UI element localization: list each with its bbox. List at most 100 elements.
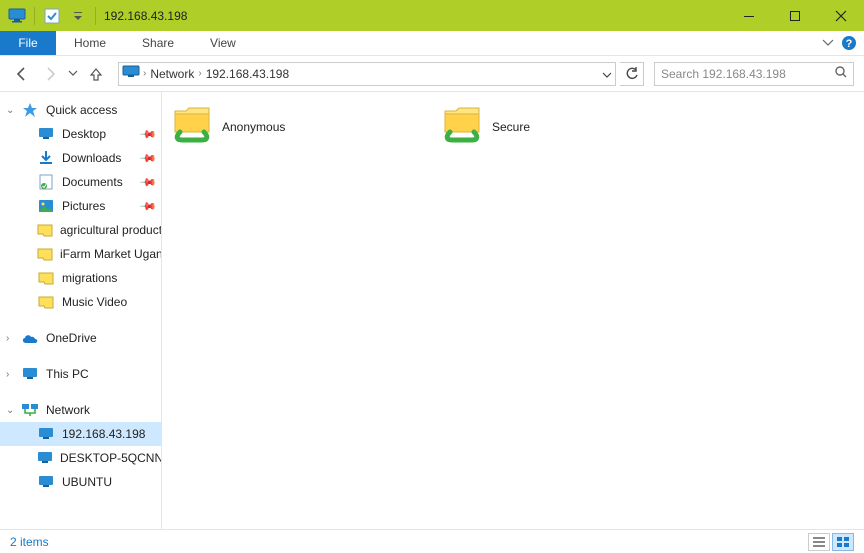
share-label: Anonymous bbox=[222, 120, 285, 134]
close-button[interactable] bbox=[818, 0, 864, 31]
pin-icon: 📌 bbox=[139, 149, 158, 168]
sidebar-item-label: UBUNTU bbox=[62, 475, 112, 489]
documents-icon bbox=[38, 174, 54, 190]
sidebar-item-label: Desktop bbox=[62, 127, 106, 141]
qat-monitor-icon[interactable] bbox=[6, 5, 28, 27]
qat-dropdown-icon[interactable] bbox=[67, 5, 89, 27]
sidebar-item-label: iFarm Market Uganda bbox=[60, 247, 162, 261]
chevron-down-icon[interactable]: ⌄ bbox=[6, 405, 14, 416]
sidebar-item-folder[interactable]: Music Video bbox=[0, 290, 161, 314]
pin-icon: 📌 bbox=[139, 197, 158, 216]
computer-icon bbox=[38, 450, 52, 466]
content-pane[interactable]: Anonymous Secure bbox=[162, 92, 864, 529]
help-button[interactable]: ? bbox=[838, 32, 860, 54]
sidebar-item-label: Documents bbox=[62, 175, 123, 189]
sidebar-item-label: DESKTOP-5QCNNN bbox=[60, 451, 162, 465]
sidebar-item-downloads[interactable]: Downloads 📌 bbox=[0, 146, 161, 170]
title-bar: 192.168.43.198 bbox=[0, 0, 864, 31]
search-placeholder: Search 192.168.43.198 bbox=[661, 67, 835, 81]
sidebar-group-onedrive: › OneDrive bbox=[0, 326, 161, 350]
quick-access-icon bbox=[22, 102, 38, 118]
folder-icon bbox=[38, 270, 54, 286]
tab-view[interactable]: View bbox=[192, 31, 254, 55]
qat-checkbox-icon[interactable] bbox=[41, 5, 63, 27]
search-box[interactable]: Search 192.168.43.198 bbox=[654, 62, 854, 86]
sidebar-item-folder[interactable]: iFarm Market Uganda bbox=[0, 242, 161, 266]
chevron-right-icon[interactable]: › bbox=[6, 369, 9, 380]
sidebar-item-pictures[interactable]: Pictures 📌 bbox=[0, 194, 161, 218]
navigation-bar: › Network › 192.168.43.198 Search 192.16… bbox=[0, 56, 864, 92]
main-body: ⌄ Quick access Desktop 📌 Downloads 📌 Doc… bbox=[0, 92, 864, 529]
address-bar[interactable]: › Network › 192.168.43.198 bbox=[118, 62, 616, 86]
desktop-icon bbox=[38, 126, 54, 142]
sidebar-item-label: Music Video bbox=[62, 295, 127, 309]
sidebar-item-folder[interactable]: migrations bbox=[0, 266, 161, 290]
sidebar-item-documents[interactable]: Documents 📌 bbox=[0, 170, 161, 194]
folder-icon bbox=[38, 246, 52, 262]
sidebar-item-label: Downloads bbox=[62, 151, 121, 165]
svg-text:?: ? bbox=[846, 38, 853, 50]
status-bar: 2 items bbox=[0, 529, 864, 553]
sidebar-item-label: agricultural products bbox=[60, 223, 162, 237]
sidebar-item-label: migrations bbox=[62, 271, 117, 285]
minimize-button[interactable] bbox=[726, 0, 772, 31]
navigation-pane: ⌄ Quick access Desktop 📌 Downloads 📌 Doc… bbox=[0, 92, 162, 529]
file-tab[interactable]: File bbox=[0, 31, 56, 55]
up-button[interactable] bbox=[84, 62, 108, 86]
window-controls bbox=[726, 0, 864, 31]
sidebar-group-thispc: › This PC bbox=[0, 362, 161, 386]
sidebar-item-label: Pictures bbox=[62, 199, 105, 213]
chevron-right-icon[interactable]: › bbox=[6, 333, 9, 344]
folder-icon bbox=[38, 294, 54, 310]
sidebar-item-computer[interactable]: 192.168.43.198 bbox=[0, 422, 161, 446]
sidebar-group-quick-access: ⌄ Quick access Desktop 📌 Downloads 📌 Doc… bbox=[0, 98, 161, 314]
network-share-icon bbox=[172, 106, 212, 147]
sidebar-item-computer[interactable]: DESKTOP-5QCNNN bbox=[0, 446, 161, 470]
network-icon bbox=[22, 402, 38, 418]
maximize-button[interactable] bbox=[772, 0, 818, 31]
sidebar-group-network: ⌄ Network 192.168.43.198 DESKTOP-5QCNNN … bbox=[0, 398, 161, 494]
share-item[interactable]: Secure bbox=[442, 106, 692, 147]
qat-separator bbox=[34, 7, 35, 25]
sidebar-label: Quick access bbox=[46, 103, 117, 117]
share-item[interactable]: Anonymous bbox=[172, 106, 422, 147]
tab-share[interactable]: Share bbox=[124, 31, 192, 55]
recent-locations-button[interactable] bbox=[66, 62, 80, 86]
sidebar-quick-access[interactable]: ⌄ Quick access bbox=[0, 98, 161, 122]
sidebar-item-computer[interactable]: UBUNTU bbox=[0, 470, 161, 494]
sidebar-label: Network bbox=[46, 403, 90, 417]
forward-button[interactable] bbox=[38, 62, 62, 86]
view-switcher bbox=[808, 533, 854, 551]
breadcrumb-host[interactable]: 192.168.43.198 bbox=[206, 67, 289, 81]
item-count: 2 items bbox=[10, 535, 49, 549]
folder-icon bbox=[38, 222, 52, 238]
ribbon-expand-button[interactable] bbox=[818, 31, 838, 55]
back-button[interactable] bbox=[10, 62, 34, 86]
sidebar-onedrive[interactable]: › OneDrive bbox=[0, 326, 161, 350]
sidebar-this-pc[interactable]: › This PC bbox=[0, 362, 161, 386]
computer-icon bbox=[38, 474, 54, 490]
pin-icon: 📌 bbox=[139, 173, 158, 192]
sidebar-label: OneDrive bbox=[46, 331, 97, 345]
chevron-right-icon[interactable]: › bbox=[198, 68, 201, 79]
address-dropdown-button[interactable] bbox=[603, 67, 611, 81]
location-monitor-icon bbox=[123, 66, 139, 81]
share-label: Secure bbox=[492, 120, 530, 134]
search-icon[interactable] bbox=[835, 66, 847, 81]
sidebar-item-desktop[interactable]: Desktop 📌 bbox=[0, 122, 161, 146]
onedrive-icon bbox=[22, 330, 38, 346]
sidebar-network[interactable]: ⌄ Network bbox=[0, 398, 161, 422]
sidebar-label: This PC bbox=[46, 367, 89, 381]
tab-home[interactable]: Home bbox=[56, 31, 124, 55]
sidebar-item-folder[interactable]: agricultural products bbox=[0, 218, 161, 242]
qat-separator-2 bbox=[95, 7, 96, 25]
refresh-button[interactable] bbox=[620, 62, 644, 86]
chevron-right-icon[interactable]: › bbox=[143, 68, 146, 79]
downloads-icon bbox=[38, 150, 54, 166]
pictures-icon bbox=[38, 198, 54, 214]
view-details-button[interactable] bbox=[808, 533, 830, 551]
sidebar-item-label: 192.168.43.198 bbox=[62, 427, 145, 441]
view-large-icons-button[interactable] bbox=[832, 533, 854, 551]
chevron-down-icon[interactable]: ⌄ bbox=[6, 105, 14, 116]
breadcrumb-network[interactable]: Network bbox=[150, 67, 194, 81]
